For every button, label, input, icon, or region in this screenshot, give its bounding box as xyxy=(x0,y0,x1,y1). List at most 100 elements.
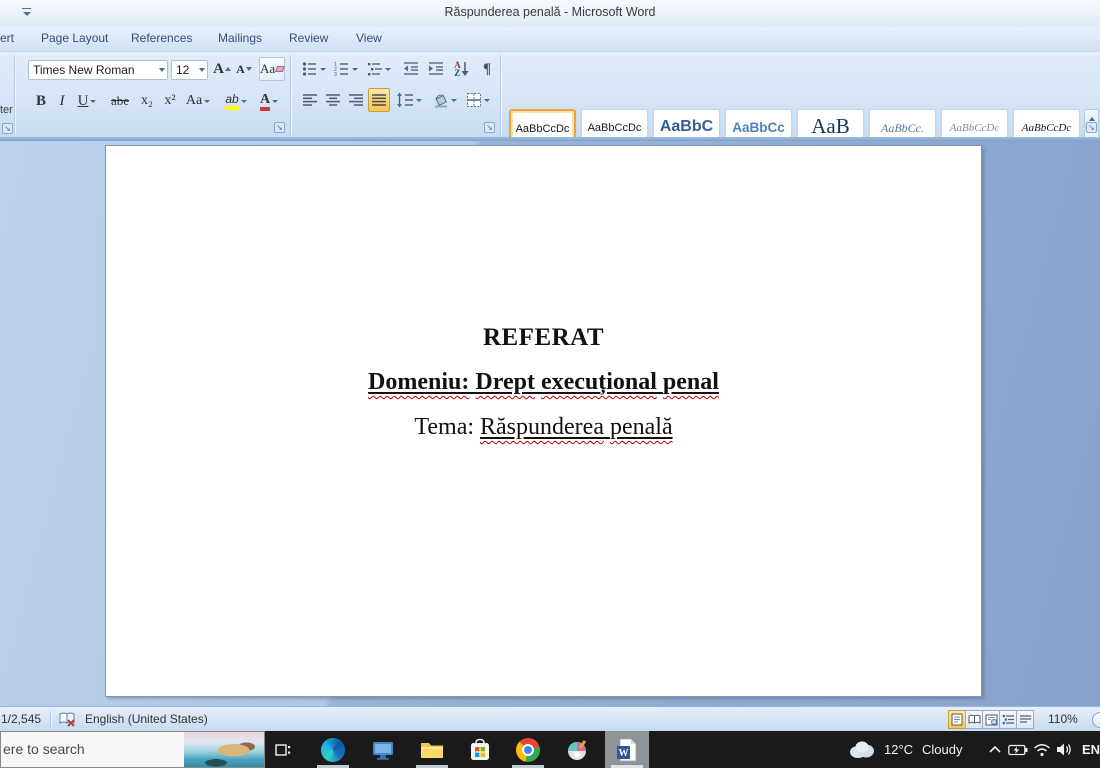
clear-formatting-button[interactable]: Aa xyxy=(259,57,286,81)
change-case-glyph: Aa xyxy=(185,93,203,108)
taskbar-word-button[interactable]: W xyxy=(605,731,649,768)
numbering-icon: 123 xyxy=(334,62,348,77)
strikethrough-glyph: abe xyxy=(110,93,130,108)
fullscreen-reading-view-button[interactable] xyxy=(965,710,983,729)
weather-cloud-icon[interactable] xyxy=(848,739,876,759)
taskbar-this-pc-button[interactable] xyxy=(361,731,405,768)
print-layout-view-button[interactable] xyxy=(948,710,966,729)
battery-icon[interactable] xyxy=(1008,744,1028,756)
status-bar: 1/2,545 English (United States) 110% xyxy=(0,706,1100,731)
paragraph-dialog-launcher-icon[interactable]: ↘ xyxy=(484,122,495,133)
taskbar-store-button[interactable] xyxy=(458,731,502,768)
font-name-dropdown-icon[interactable] xyxy=(159,68,165,72)
zoom-level[interactable]: 110% xyxy=(1048,712,1078,726)
line-spacing-dropdown-icon[interactable] xyxy=(416,98,422,102)
outline-view-button[interactable] xyxy=(999,710,1017,729)
numbering-dropdown-icon[interactable] xyxy=(351,67,358,71)
taskbar-paint-button[interactable] xyxy=(556,731,600,768)
font-size-value: 12 xyxy=(176,63,190,77)
clipboard-dialog-launcher-icon[interactable]: ↘ xyxy=(2,123,13,134)
grow-font-button[interactable]: A xyxy=(212,58,232,80)
shrink-font-button[interactable]: A xyxy=(234,58,254,80)
sort-button[interactable]: A Z xyxy=(449,58,474,80)
strikethrough-button[interactable]: abe xyxy=(106,90,134,112)
document-page[interactable]: REFERAT Domeniu: Drept execuțional penal… xyxy=(105,145,982,697)
fullscreen-reading-icon xyxy=(968,714,980,724)
eraser-icon xyxy=(275,66,286,72)
tab-review[interactable]: Review xyxy=(289,31,328,51)
doc-word: Răspunderea xyxy=(480,414,604,440)
bold-button[interactable]: B xyxy=(32,90,50,112)
justify-button[interactable] xyxy=(368,88,390,112)
multilevel-dropdown-icon[interactable] xyxy=(384,67,391,71)
bullets-dropdown-icon[interactable] xyxy=(319,67,326,71)
tray-language-indicator[interactable]: EN xyxy=(1082,742,1100,757)
align-left-button[interactable] xyxy=(299,88,321,112)
font-color-dropdown-icon[interactable] xyxy=(272,99,279,103)
this-pc-icon xyxy=(373,741,393,760)
taskbar-file-explorer-button[interactable] xyxy=(410,731,454,768)
font-size-combo[interactable]: 12 xyxy=(171,60,208,80)
increase-indent-button[interactable] xyxy=(424,58,447,80)
taskbar-chrome-button[interactable] xyxy=(506,731,550,768)
line-spacing-button[interactable] xyxy=(394,88,424,112)
tab-insert-partial[interactable]: ert xyxy=(0,31,14,51)
style-sample: AaBbCcDc xyxy=(587,122,642,134)
task-view-button[interactable] xyxy=(261,731,305,768)
taskbar-search-box[interactable]: ere to search xyxy=(0,731,265,768)
font-dialog-launcher-icon[interactable]: ↘ xyxy=(274,122,285,133)
styles-dialog-launcher-icon[interactable]: ↘ xyxy=(1086,122,1097,133)
shading-dropdown-icon[interactable] xyxy=(451,98,457,102)
task-view-icon xyxy=(275,743,291,756)
highlight-glyph: ab xyxy=(225,92,239,110)
font-name-combo[interactable]: Times New Roman xyxy=(28,60,168,80)
subscript-button[interactable]: x₂ xyxy=(136,90,158,112)
tab-references[interactable]: References xyxy=(131,31,192,51)
decrease-indent-button[interactable] xyxy=(399,58,422,80)
multilevel-list-button[interactable] xyxy=(363,58,394,80)
align-center-button[interactable] xyxy=(322,88,344,112)
volume-icon[interactable] xyxy=(1056,742,1074,757)
shading-button[interactable] xyxy=(430,88,460,112)
statusbar-separator xyxy=(50,711,51,727)
wifi-icon[interactable] xyxy=(1033,743,1051,757)
spellcheck-icon[interactable] xyxy=(58,711,76,727)
web-layout-view-button[interactable] xyxy=(982,710,1000,729)
highlight-dropdown-icon[interactable] xyxy=(240,99,247,103)
taskbar-edge-button[interactable] xyxy=(311,731,355,768)
web-layout-icon xyxy=(985,714,997,725)
tray-chevron-up-icon[interactable] xyxy=(988,745,1002,754)
borders-dropdown-icon[interactable] xyxy=(484,98,490,102)
text-highlight-button[interactable]: ab xyxy=(220,90,252,112)
word-count[interactable]: 1/2,545 xyxy=(1,712,41,726)
change-case-dropdown-icon[interactable] xyxy=(204,99,211,103)
align-right-button[interactable] xyxy=(345,88,367,112)
superscript-button[interactable]: x² xyxy=(159,90,181,112)
draft-view-button[interactable] xyxy=(1016,710,1034,729)
language-indicator[interactable]: English (United States) xyxy=(85,712,208,726)
underline-dropdown-icon[interactable] xyxy=(90,99,97,103)
zoom-out-button-partial[interactable] xyxy=(1092,712,1100,728)
format-painter-label-partial[interactable]: ter xyxy=(0,104,13,116)
tab-view[interactable]: View xyxy=(356,31,382,51)
underline-glyph: U xyxy=(77,92,89,109)
font-size-dropdown-icon[interactable] xyxy=(199,68,205,72)
italic-button[interactable]: I xyxy=(54,90,70,112)
show-hide-pilcrow-button[interactable]: ¶ xyxy=(477,58,497,80)
search-placeholder-text: ere to search xyxy=(3,741,85,757)
underline-button[interactable]: U xyxy=(74,90,100,112)
weather-condition[interactable]: Cloudy xyxy=(922,742,962,757)
print-layout-icon xyxy=(951,713,963,726)
group-separator xyxy=(14,55,15,135)
font-color-button[interactable]: A xyxy=(254,90,284,112)
borders-button[interactable] xyxy=(463,88,493,112)
tab-page-layout[interactable]: Page Layout xyxy=(41,31,108,51)
weather-temperature[interactable]: 12°C xyxy=(884,742,913,757)
tab-mailings[interactable]: Mailings xyxy=(218,31,262,51)
numbering-button[interactable]: 123 xyxy=(331,58,360,80)
doc-word: execuțional xyxy=(540,369,657,395)
clear-formatting-glyph: Aa xyxy=(260,61,276,76)
bullets-button[interactable] xyxy=(299,58,328,80)
change-case-button[interactable]: Aa xyxy=(183,90,213,112)
doc-line-domeniu: Domeniu: Drept execuțional penal xyxy=(106,369,981,396)
